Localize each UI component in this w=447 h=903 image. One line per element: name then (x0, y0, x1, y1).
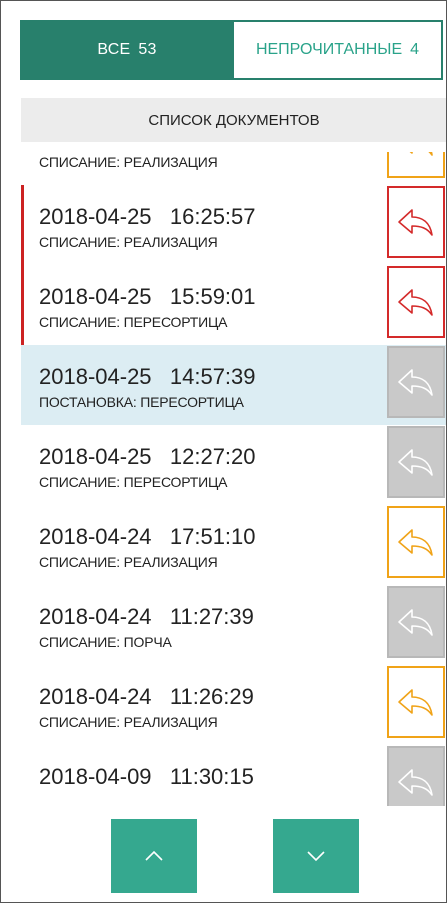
reply-icon (398, 529, 433, 556)
unread-marker (21, 185, 24, 265)
reply-icon (398, 449, 433, 476)
document-row[interactable]: 2018-04-24 17:51:10 СПИСАНИЕ: РЕАЛИЗАЦИЯ (21, 505, 446, 585)
document-type: СПИСАНИЕ: РЕАЛИЗАЦИЯ (39, 554, 218, 570)
scroll-down-button[interactable] (273, 819, 359, 893)
reply-button[interactable] (387, 186, 445, 258)
document-row[interactable]: 2018-05-04 12:42:58СПИСАНИЕ: РЕАЛИЗАЦИЯ (21, 152, 446, 185)
tab-unread-count: 4 (410, 41, 420, 58)
document-row[interactable]: 2018-04-24 11:26:29 СПИСАНИЕ: РЕАЛИЗАЦИЯ (21, 665, 446, 745)
reply-icon (398, 689, 433, 716)
document-datetime: 2018-04-25 12:27:20 (39, 444, 256, 469)
document-datetime: 2018-04-25 14:57:39 (39, 364, 256, 389)
tab-all-label: ВСЕ (97, 41, 131, 58)
app-frame: ВСЕ 53 НЕПРОЧИТАННЫЕ 4 СПИСОК ДОКУМЕНТОВ… (0, 0, 447, 903)
tab-unread[interactable]: НЕПРОЧИТАННЫЕ 4 (234, 20, 443, 80)
document-type: СПИСАНИЕ: РЕАЛИЗАЦИЯ (39, 154, 218, 170)
document-row[interactable]: 2018-04-24 11:27:39 СПИСАНИЕ: ПОРЧА (21, 585, 446, 665)
document-list[interactable]: 2018-05-04 12:42:58СПИСАНИЕ: РЕАЛИЗАЦИЯ2… (21, 152, 446, 806)
document-datetime: 2018-04-24 17:51:10 (39, 524, 256, 549)
document-list-inner: 2018-05-04 12:42:58СПИСАНИЕ: РЕАЛИЗАЦИЯ2… (21, 152, 446, 806)
document-type: СПИСАНИЕ: РЕАЛИЗАЦИЯ (39, 234, 218, 250)
reply-button[interactable] (387, 586, 445, 658)
document-datetime: 2018-04-25 15:59:01 (39, 284, 256, 309)
reply-button[interactable] (387, 266, 445, 338)
list-title: СПИСОК ДОКУМЕНТОВ (21, 98, 446, 142)
reply-icon (398, 769, 433, 796)
unread-marker (21, 265, 24, 345)
reply-button[interactable] (387, 506, 445, 578)
tab-unread-label: НЕПРОЧИТАННЫЕ (255, 41, 403, 58)
document-row[interactable]: 2018-04-09 11:30:15 (21, 745, 446, 806)
tab-all[interactable]: ВСЕ 53 (20, 20, 234, 80)
document-datetime: 2018-04-24 11:26:29 (39, 684, 254, 709)
document-row[interactable]: 2018-04-25 14:57:39 ПОСТАНОВКА: ПЕРЕСОРТИ… (21, 345, 446, 425)
document-datetime: 2018-04-25 16:25:57 (39, 204, 256, 229)
reply-button[interactable] (387, 152, 445, 178)
reply-icon (398, 289, 433, 316)
document-type: ПОСТАНОВКА: ПЕРЕСОРТИЦА (39, 394, 244, 410)
filter-tabs: ВСЕ 53 НЕПРОЧИТАННЫЕ 4 (20, 20, 446, 80)
chevron-down-icon (307, 851, 325, 862)
reply-button[interactable] (387, 666, 445, 738)
tab-all-count: 53 (138, 41, 157, 58)
document-row[interactable]: 2018-04-25 16:25:57 СПИСАНИЕ: РЕАЛИЗАЦИЯ (21, 185, 446, 265)
document-type: СПИСАНИЕ: РЕАЛИЗАЦИЯ (39, 714, 218, 730)
document-row[interactable]: 2018-04-25 15:59:01 СПИСАНИЕ: ПЕРЕСОРТИЦА (21, 265, 446, 345)
document-type: СПИСАНИЕ: ПЕРЕСОРТИЦА (39, 314, 228, 330)
document-row[interactable]: 2018-04-25 12:27:20 СПИСАНИЕ: ПЕРЕСОРТИЦА (21, 425, 446, 505)
reply-icon (398, 369, 433, 396)
reply-icon (398, 609, 433, 636)
reply-button[interactable] (387, 426, 445, 498)
reply-icon (398, 209, 433, 236)
document-datetime: 2018-04-24 11:27:39 (39, 604, 254, 629)
document-datetime: 2018-04-09 11:30:15 (39, 764, 254, 789)
scroll-up-button[interactable] (111, 819, 197, 893)
reply-button[interactable] (387, 346, 445, 418)
reply-button[interactable] (387, 746, 445, 806)
document-type: СПИСАНИЕ: ПЕРЕСОРТИЦА (39, 474, 228, 490)
document-type: СПИСАНИЕ: ПОРЧА (39, 634, 172, 650)
reply-icon (409, 152, 433, 156)
chevron-up-icon (145, 850, 163, 861)
